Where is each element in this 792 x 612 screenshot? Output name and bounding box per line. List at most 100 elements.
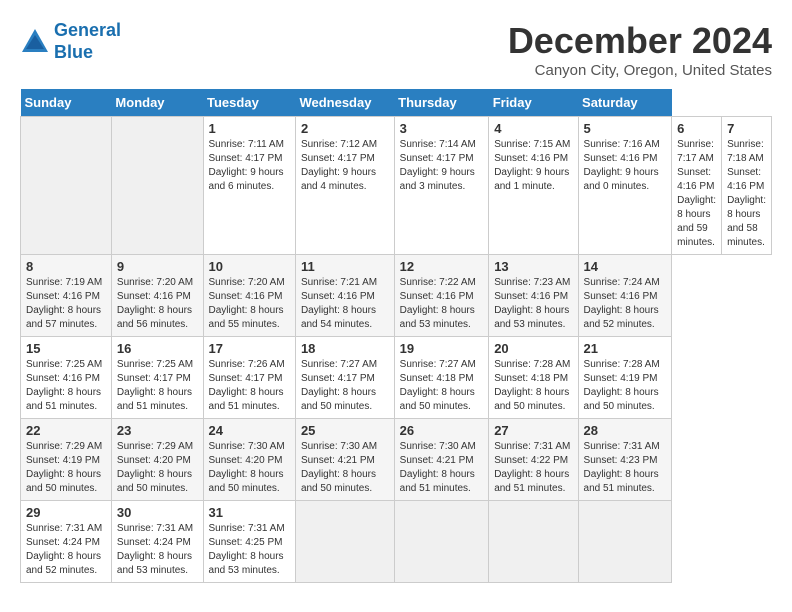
calendar-week-row: 15Sunrise: 7:25 AM Sunset: 4:16 PM Dayli… <box>21 337 772 419</box>
calendar-cell: 30Sunrise: 7:31 AM Sunset: 4:24 PM Dayli… <box>111 501 203 583</box>
logo-text: General Blue <box>54 20 121 63</box>
day-number: 5 <box>584 121 667 136</box>
calendar-cell <box>111 117 203 255</box>
cell-sun-info: Sunrise: 7:11 AM Sunset: 4:17 PM Dayligh… <box>209 138 290 194</box>
calendar-cell: 13 Sunrise: 7:23 AM Sunset: 4:16 PM Dayli… <box>489 255 578 337</box>
calendar-table: SundayMondayTuesdayWednesdayThursdayFrid… <box>20 89 772 583</box>
logo: General Blue <box>20 20 121 63</box>
calendar-cell: 31 Sunrise: 7:31 AM Sunset: 4:25 PM Dayli… <box>203 501 295 583</box>
day-number: 1 <box>209 121 290 136</box>
header-friday: Friday <box>489 89 578 117</box>
calendar-cell: 28 Sunrise: 7:31 AM Sunset: 4:23 PM Dayli… <box>578 419 672 501</box>
calendar-cell: 24 Sunrise: 7:30 AM Sunset: 4:20 PM Dayli… <box>203 419 295 501</box>
header-monday: Monday <box>111 89 203 117</box>
day-number: 14 <box>584 259 667 274</box>
cell-sun-info: Sunrise: 7:23 AM Sunset: 4:16 PM Dayligh… <box>494 276 572 332</box>
calendar-cell: 5 Sunrise: 7:16 AM Sunset: 4:16 PM Daylig… <box>578 117 672 255</box>
calendar-cell: 18 Sunrise: 7:27 AM Sunset: 4:17 PM Dayli… <box>295 337 394 419</box>
calendar-cell: 11Sunrise: 7:21 AM Sunset: 4:16 PM Dayli… <box>295 255 394 337</box>
calendar-cell: 22 Sunrise: 7:29 AM Sunset: 4:19 PM Dayli… <box>21 419 112 501</box>
cell-sun-info: Sunrise: 7:31 AM Sunset: 4:24 PM Dayligh… <box>26 522 106 578</box>
day-number: 10 <box>209 259 290 274</box>
calendar-cell: 3 Sunrise: 7:14 AM Sunset: 4:17 PM Daylig… <box>394 117 489 255</box>
calendar-cell: 10 Sunrise: 7:20 AM Sunset: 4:16 PM Dayli… <box>203 255 295 337</box>
cell-sun-info: Sunrise: 7:18 AM Sunset: 4:16 PM Dayligh… <box>727 138 766 250</box>
cell-sun-info: Sunrise: 7:15 AM Sunset: 4:16 PM Dayligh… <box>494 138 572 194</box>
header-tuesday: Tuesday <box>203 89 295 117</box>
day-number: 9 <box>117 259 198 274</box>
cell-sun-info: Sunrise: 7:24 AM Sunset: 4:16 PM Dayligh… <box>584 276 667 332</box>
calendar-cell: 27Sunrise: 7:31 AM Sunset: 4:22 PM Dayli… <box>489 419 578 501</box>
day-number: 26 <box>400 423 484 438</box>
calendar-cell <box>295 501 394 583</box>
cell-sun-info: Sunrise: 7:27 AM Sunset: 4:17 PM Dayligh… <box>301 358 389 414</box>
calendar-cell <box>489 501 578 583</box>
cell-sun-info: Sunrise: 7:16 AM Sunset: 4:16 PM Dayligh… <box>584 138 667 194</box>
day-number: 7 <box>727 121 766 136</box>
calendar-cell <box>578 501 672 583</box>
calendar-cell: 26 Sunrise: 7:30 AM Sunset: 4:21 PM Dayli… <box>394 419 489 501</box>
cell-sun-info: Sunrise: 7:20 AM Sunset: 4:16 PM Dayligh… <box>117 276 198 332</box>
cell-sun-info: Sunrise: 7:20 AM Sunset: 4:16 PM Dayligh… <box>209 276 290 332</box>
cell-sun-info: Sunrise: 7:29 AM Sunset: 4:19 PM Dayligh… <box>26 440 106 496</box>
calendar-cell: 12Sunrise: 7:22 AM Sunset: 4:16 PM Dayli… <box>394 255 489 337</box>
day-number: 15 <box>26 341 106 356</box>
cell-sun-info: Sunrise: 7:30 AM Sunset: 4:20 PM Dayligh… <box>209 440 290 496</box>
calendar-cell: 19Sunrise: 7:27 AM Sunset: 4:18 PM Dayli… <box>394 337 489 419</box>
calendar-cell: 9 Sunrise: 7:20 AM Sunset: 4:16 PM Daylig… <box>111 255 203 337</box>
page-header: General Blue December 2024 Canyon City, … <box>20 20 772 79</box>
calendar-cell: 23 Sunrise: 7:29 AM Sunset: 4:20 PM Dayli… <box>111 419 203 501</box>
day-number: 31 <box>209 505 290 520</box>
calendar-cell: 15Sunrise: 7:25 AM Sunset: 4:16 PM Dayli… <box>21 337 112 419</box>
calendar-cell: 17Sunrise: 7:26 AM Sunset: 4:17 PM Dayli… <box>203 337 295 419</box>
day-number: 22 <box>26 423 106 438</box>
day-number: 3 <box>400 121 484 136</box>
title-section: December 2024 Canyon City, Oregon, Unite… <box>508 20 772 79</box>
day-number: 21 <box>584 341 667 356</box>
day-number: 17 <box>209 341 290 356</box>
calendar-week-row: 8Sunrise: 7:19 AM Sunset: 4:16 PM Daylig… <box>21 255 772 337</box>
day-number: 6 <box>677 121 716 136</box>
calendar-header-row: SundayMondayTuesdayWednesdayThursdayFrid… <box>21 89 772 117</box>
month-title: December 2024 <box>508 20 772 62</box>
calendar-cell: 16 Sunrise: 7:25 AM Sunset: 4:17 PM Dayli… <box>111 337 203 419</box>
cell-sun-info: Sunrise: 7:22 AM Sunset: 4:16 PM Dayligh… <box>400 276 484 332</box>
cell-sun-info: Sunrise: 7:31 AM Sunset: 4:22 PM Dayligh… <box>494 440 572 496</box>
cell-sun-info: Sunrise: 7:28 AM Sunset: 4:18 PM Dayligh… <box>494 358 572 414</box>
day-number: 29 <box>26 505 106 520</box>
cell-sun-info: Sunrise: 7:31 AM Sunset: 4:24 PM Dayligh… <box>117 522 198 578</box>
calendar-cell: 25 Sunrise: 7:30 AM Sunset: 4:21 PM Dayli… <box>295 419 394 501</box>
day-number: 24 <box>209 423 290 438</box>
header-thursday: Thursday <box>394 89 489 117</box>
day-number: 18 <box>301 341 389 356</box>
day-number: 23 <box>117 423 198 438</box>
calendar-cell: 21 Sunrise: 7:28 AM Sunset: 4:19 PM Dayli… <box>578 337 672 419</box>
location: Canyon City, Oregon, United States <box>508 62 772 79</box>
cell-sun-info: Sunrise: 7:12 AM Sunset: 4:17 PM Dayligh… <box>301 138 389 194</box>
logo-line1: General <box>54 20 121 40</box>
cell-sun-info: Sunrise: 7:31 AM Sunset: 4:23 PM Dayligh… <box>584 440 667 496</box>
cell-sun-info: Sunrise: 7:28 AM Sunset: 4:19 PM Dayligh… <box>584 358 667 414</box>
logo-icon <box>20 27 50 57</box>
logo-line2: Blue <box>54 42 93 62</box>
cell-sun-info: Sunrise: 7:31 AM Sunset: 4:25 PM Dayligh… <box>209 522 290 578</box>
day-number: 25 <box>301 423 389 438</box>
day-number: 28 <box>584 423 667 438</box>
calendar-cell: 1 Sunrise: 7:11 AM Sunset: 4:17 PM Daylig… <box>203 117 295 255</box>
calendar-cell: 29 Sunrise: 7:31 AM Sunset: 4:24 PM Dayli… <box>21 501 112 583</box>
cell-sun-info: Sunrise: 7:19 AM Sunset: 4:16 PM Dayligh… <box>26 276 106 332</box>
day-number: 20 <box>494 341 572 356</box>
cell-sun-info: Sunrise: 7:30 AM Sunset: 4:21 PM Dayligh… <box>400 440 484 496</box>
calendar-cell <box>21 117 112 255</box>
day-number: 16 <box>117 341 198 356</box>
calendar-cell: 6Sunrise: 7:17 AM Sunset: 4:16 PM Daylig… <box>672 117 722 255</box>
header-saturday: Saturday <box>578 89 672 117</box>
calendar-cell <box>394 501 489 583</box>
day-number: 4 <box>494 121 572 136</box>
day-number: 19 <box>400 341 484 356</box>
day-number: 13 <box>494 259 572 274</box>
cell-sun-info: Sunrise: 7:25 AM Sunset: 4:17 PM Dayligh… <box>117 358 198 414</box>
cell-sun-info: Sunrise: 7:30 AM Sunset: 4:21 PM Dayligh… <box>301 440 389 496</box>
cell-sun-info: Sunrise: 7:14 AM Sunset: 4:17 PM Dayligh… <box>400 138 484 194</box>
cell-sun-info: Sunrise: 7:29 AM Sunset: 4:20 PM Dayligh… <box>117 440 198 496</box>
